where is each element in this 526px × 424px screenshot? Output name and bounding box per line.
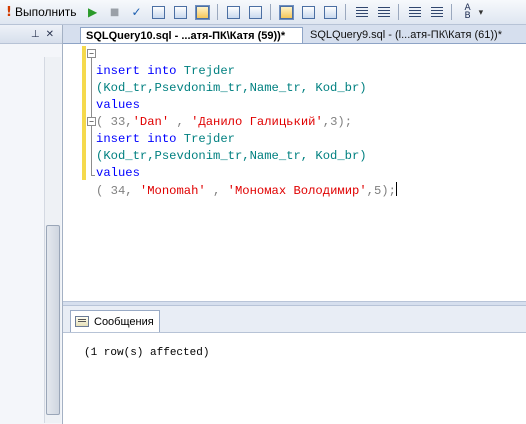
code-line: insert into Trejder (96, 131, 397, 148)
punct-token: ,3); (322, 115, 353, 129)
toolbar-separator (216, 4, 218, 20)
object-explorer-pane: ⊥ ✕ (0, 25, 63, 424)
string-token: 'Monomah' (139, 184, 206, 198)
tab-sqlquery9[interactable]: SQLQuery9.sql - (l...атя-ПК\Катя (61))* (305, 27, 526, 43)
toolbar-overflow-icon[interactable]: ▾ (479, 7, 484, 18)
decrease-indent-icon[interactable] (406, 3, 424, 21)
punct-token: ,5); (366, 184, 396, 198)
toolbar-separator (344, 4, 346, 20)
results-to-grid-icon[interactable] (225, 3, 243, 21)
text-cursor (395, 182, 397, 196)
messages-icon (75, 316, 89, 327)
query-editor[interactable]: − − insert into Trejder (Kod_tr,Psevdonim… (63, 44, 526, 301)
keyword-token: insert (96, 132, 140, 146)
document-tabstrip: SQLQuery10.sql - ...атя-ПК\Катя (59))* S… (63, 25, 526, 44)
pin-icon[interactable]: ⊥ (31, 29, 40, 40)
toolbar-separator (269, 4, 271, 20)
collapse-icon[interactable]: − (87, 49, 96, 58)
object-explorer-header: ⊥ ✕ (0, 25, 62, 44)
code-line: values (96, 165, 397, 182)
tab-messages[interactable]: Сообщения (70, 310, 160, 332)
collapse-icon[interactable]: − (87, 117, 96, 126)
toolbar-separator (450, 4, 452, 20)
execute-button[interactable]: ! Выполнить (3, 2, 80, 22)
results-tabbar: Сообщения (63, 306, 526, 333)
keyword-token: into (147, 132, 177, 146)
query-designer-icon[interactable] (172, 3, 190, 21)
results-to-file-icon[interactable] (247, 3, 265, 21)
close-icon[interactable]: ✕ (46, 29, 54, 40)
toolbar-separator (397, 4, 399, 20)
results-pane: (1 row(s) affected) (63, 333, 526, 424)
table-name-token: Trejder (176, 132, 235, 146)
punct-token: , (169, 115, 192, 129)
execute-icon: ! (6, 4, 12, 20)
outline-line (91, 126, 92, 175)
uncomment-icon[interactable] (375, 3, 393, 21)
punct-token: ( 33, (96, 115, 133, 129)
display-plan-icon[interactable] (150, 3, 168, 21)
scrollbar-thumb[interactable] (46, 225, 60, 415)
tab-sqlquery10[interactable]: SQLQuery10.sql - ...атя-ПК\Катя (59))* (80, 27, 303, 43)
query-toolbar: ! Выполнить ▶ ■ ✓ AB ▾ (0, 0, 526, 25)
comment-icon[interactable] (353, 3, 371, 21)
code-line: values (96, 97, 397, 114)
string-token: 'Мономах Володимир' (227, 184, 367, 198)
punct-token: , (205, 184, 228, 198)
keyword-token: into (147, 64, 177, 78)
column-list-token: (Kod_tr,Psevdonim_tr,Name_tr, Kod_br) (96, 149, 367, 163)
keyword-token: insert (96, 64, 140, 78)
keyword-token: values (96, 98, 140, 112)
stop-icon[interactable]: ■ (106, 3, 124, 21)
messages-tab-label: Сообщения (94, 315, 154, 328)
string-token: 'Dan' (132, 115, 170, 129)
object-explorer-body (0, 44, 62, 424)
code-line: (Kod_tr,Psevdonim_tr,Name_tr, Kod_br) (96, 80, 397, 97)
query-options-icon[interactable] (278, 3, 296, 21)
outline-end (91, 175, 95, 176)
keyword-token: values (96, 166, 140, 180)
sql-code[interactable]: insert into Trejder (Kod_tr,Psevdonim_tr,… (96, 46, 397, 200)
outline-line (91, 58, 92, 117)
column-list-token: (Kod_tr,Psevdonim_tr,Name_tr, Kod_br) (96, 81, 367, 95)
change-tracking-bar (82, 46, 86, 180)
results-to-text-icon[interactable] (194, 3, 212, 21)
code-line: ( 33,'Dan' , 'Данило Галицький',3); (96, 114, 397, 131)
code-line: insert into Trejder (96, 63, 397, 80)
string-token: 'Данило Галицький' (191, 115, 323, 129)
specify-values-icon[interactable]: AB (459, 3, 477, 21)
increase-indent-icon[interactable] (428, 3, 446, 21)
punct-token: ( 34, (96, 184, 140, 198)
result-message: (1 row(s) affected) (84, 347, 210, 359)
execute-label: Выполнить (14, 5, 77, 19)
table-name-token: Trejder (176, 64, 235, 78)
debug-play-icon[interactable]: ▶ (84, 3, 102, 21)
include-plan-icon[interactable] (300, 3, 318, 21)
code-line: (Kod_tr,Psevdonim_tr,Name_tr, Kod_br) (96, 148, 397, 165)
code-line: ( 34, 'Monomah' , 'Мономах Володимир',5)… (96, 182, 397, 200)
client-stats-icon[interactable] (322, 3, 340, 21)
editor-gutter (63, 44, 81, 301)
parse-check-icon[interactable]: ✓ (128, 3, 146, 21)
